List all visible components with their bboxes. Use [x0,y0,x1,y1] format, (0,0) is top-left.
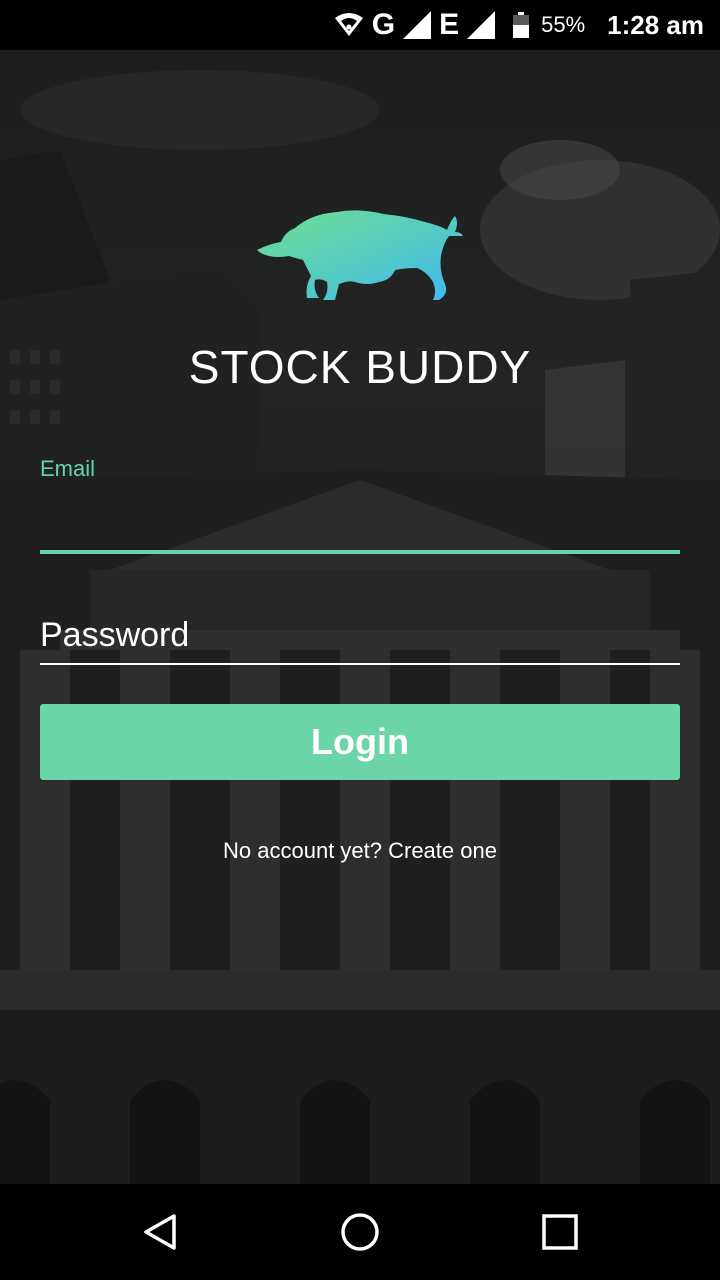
email-label: Email [40,456,96,481]
signal-icon [467,11,496,39]
home-circle-icon[interactable] [334,1206,386,1258]
app-title: STOCK BUDDY [188,341,532,393]
login-screen: G E 55% 1:28 am STOCK BUDDY Email Login … [0,0,720,1280]
network-type-g: G [371,8,396,41]
status-bar: G E 55% 1:28 am [0,0,720,50]
email-underline [40,550,680,554]
password-underline [40,663,680,665]
battery-percent: 55% [541,12,586,37]
clock: 1:28 am [607,9,704,40]
bull-icon [257,210,463,300]
signal-icon [403,11,432,39]
email-field[interactable] [40,490,680,544]
create-account-link[interactable]: No account yet? Create one [0,838,720,864]
network-type-e: E [439,8,460,41]
back-triangle-icon[interactable] [134,1206,186,1258]
login-button[interactable]: Login [40,704,680,780]
wifi-icon [334,13,363,36]
battery-icon [513,12,530,38]
navigation-bar [0,1184,720,1280]
password-field[interactable] [40,610,680,660]
recents-square-icon[interactable] [534,1206,586,1258]
